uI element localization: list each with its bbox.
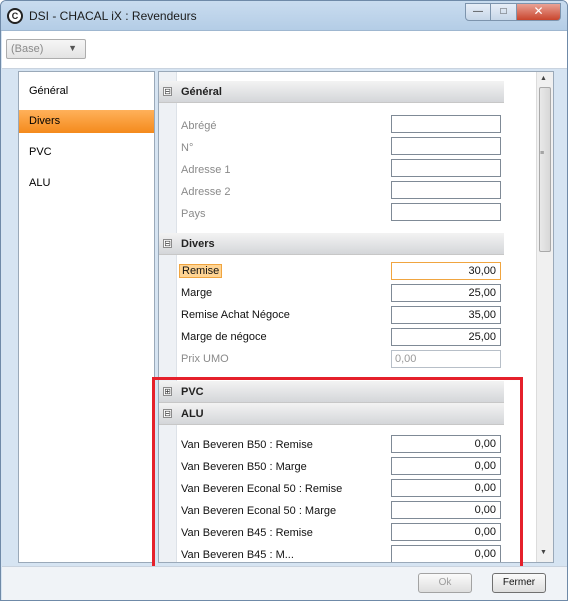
prop-label-prix-umo: Prix UMO	[181, 353, 229, 365]
prop-field-marge[interactable]: 25,00	[391, 284, 501, 302]
minimize-button[interactable]: —	[465, 3, 491, 21]
category-divers-header[interactable]: ⊟ Divers	[159, 233, 504, 255]
nav-item-pvc[interactable]: PVC	[19, 141, 154, 164]
title-bar[interactable]: C DSI - CHACAL iX : Revendeurs — □ ✕	[1, 1, 567, 31]
prop-label-adresse1: Adresse 1	[181, 164, 231, 176]
close-window-button[interactable]: ✕	[517, 3, 561, 21]
category-nav: Général Divers PVC ALU	[18, 71, 155, 563]
prop-label-numero: N°	[181, 142, 194, 154]
prop-label-vb-b50-marge: Van Beveren B50 : Marge	[181, 461, 307, 473]
nav-item-general[interactable]: Général	[19, 80, 154, 103]
fermer-button[interactable]: Fermer	[492, 573, 546, 593]
prop-field-vb-econal50-marge[interactable]: 0,00	[391, 501, 501, 519]
vertical-scrollbar[interactable]: ▲ ≡ ▼	[536, 72, 553, 562]
prop-field-vb-b50-remise[interactable]: 0,00	[391, 435, 501, 453]
app-logo-icon: C	[7, 8, 23, 24]
category-pvc-header[interactable]: ⊞ PVC	[159, 381, 504, 403]
category-divers-label: Divers	[181, 238, 215, 250]
category-pvc-label: PVC	[181, 386, 204, 398]
expand-icon[interactable]: ⊞	[163, 387, 172, 396]
prop-field-adresse2[interactable]	[391, 181, 501, 199]
scroll-down-icon[interactable]: ▼	[540, 549, 547, 556]
category-alu-label: ALU	[181, 408, 204, 420]
grip-icon: ≡	[540, 150, 545, 157]
collapse-icon[interactable]: ⊟	[163, 87, 172, 96]
prop-label-marge: Marge	[181, 287, 213, 299]
scrollbar-thumb[interactable]	[539, 87, 551, 252]
prop-label-vb-econal50-remise: Van Beveren Econal 50 : Remise	[181, 483, 343, 495]
prop-field-remise-achat-negoce[interactable]: 35,00	[391, 306, 501, 324]
dialog-footer: Ok Fermer	[2, 566, 567, 600]
property-grid: ⊟ Général Abrégé N° Adresse 1 Adresse 2 …	[158, 71, 554, 563]
grid-gutter	[159, 72, 177, 562]
collapse-icon[interactable]: ⊟	[163, 239, 172, 248]
base-select[interactable]: (Base) ▼	[6, 39, 86, 59]
prop-label-adresse2: Adresse 2	[181, 186, 231, 198]
nav-item-divers[interactable]: Divers	[19, 110, 154, 133]
prop-label-vb-b50-remise: Van Beveren B50 : Remise	[181, 439, 313, 451]
prop-field-vb-b45-marge[interactable]: 0,00	[391, 545, 501, 562]
prop-field-vb-b45-remise[interactable]: 0,00	[391, 523, 501, 541]
prop-label-marge-negoce: Marge de négoce	[181, 331, 267, 343]
prop-label-abrege: Abrégé	[181, 120, 217, 132]
maximize-button[interactable]: □	[491, 3, 517, 21]
prop-label-vb-b45-marge: Van Beveren B45 : M...	[181, 549, 294, 561]
scroll-up-icon[interactable]: ▲	[540, 75, 547, 82]
chevron-down-icon: ▼	[68, 43, 77, 53]
prop-field-vb-econal50-remise[interactable]: 0,00	[391, 479, 501, 497]
app-window: C DSI - CHACAL iX : Revendeurs — □ ✕ (Ba…	[0, 0, 568, 601]
prop-label-pays: Pays	[181, 208, 206, 220]
prop-field-numero[interactable]	[391, 137, 501, 155]
prop-label-remise-achat-negoce: Remise Achat Négoce	[181, 309, 290, 321]
prop-label-vb-b45-remise: Van Beveren B45 : Remise	[181, 527, 313, 539]
prop-field-marge-negoce[interactable]: 25,00	[391, 328, 501, 346]
category-general-label: Général	[181, 86, 222, 98]
base-select-value: (Base)	[11, 43, 44, 55]
prop-field-abrege[interactable]	[391, 115, 501, 133]
prop-field-adresse1[interactable]	[391, 159, 501, 177]
nav-item-alu[interactable]: ALU	[19, 172, 154, 195]
category-general-header[interactable]: ⊟ Général	[159, 81, 504, 103]
window-controls: — □ ✕	[465, 3, 561, 21]
prop-field-remise[interactable]: 30,00	[391, 262, 501, 280]
category-alu-header[interactable]: ⊟ ALU	[159, 403, 504, 425]
prop-label-remise: Remise	[179, 264, 223, 278]
window-title: DSI - CHACAL iX : Revendeurs	[29, 9, 197, 23]
toolbar: (Base) ▼	[2, 31, 567, 69]
prop-label-vb-econal50-marge: Van Beveren Econal 50 : Marge	[181, 505, 337, 517]
ok-button[interactable]: Ok	[418, 573, 472, 593]
prop-field-pays[interactable]	[391, 203, 501, 221]
prop-field-vb-b50-marge[interactable]: 0,00	[391, 457, 501, 475]
collapse-icon[interactable]: ⊟	[163, 409, 172, 418]
prop-field-prix-umo: 0,00	[391, 350, 501, 368]
